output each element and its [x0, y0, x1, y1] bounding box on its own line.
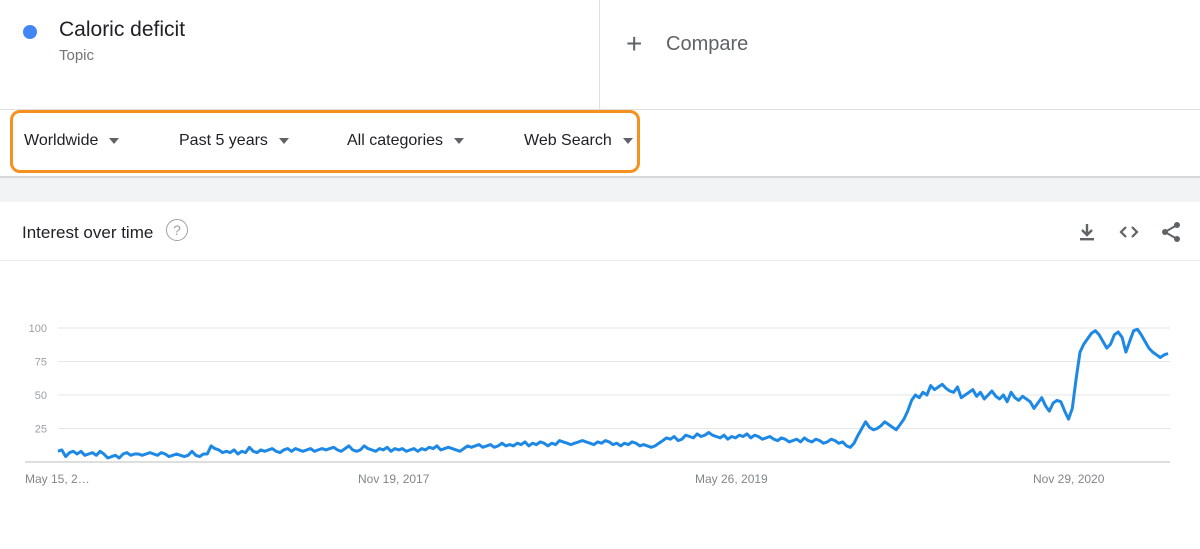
term-color-dot	[23, 25, 37, 39]
card-title: Interest over time	[22, 223, 154, 242]
filter-category[interactable]: All categories	[347, 132, 465, 150]
filter-search-type[interactable]: Web Search	[524, 132, 633, 150]
y-axis: 25 50 75 100	[29, 323, 47, 436]
interest-over-time-card: Interest over time ? 25 50 75 100 May 15, 2…	[0, 202, 1200, 549]
filter-row: Worldwide Past 5 years All categories We…	[0, 110, 1200, 176]
compare-label: Compare	[666, 32, 749, 55]
search-term-card[interactable]: Caloric deficit Topic	[0, 0, 600, 109]
compare-button[interactable]: + Compare	[626, 30, 748, 58]
section-divider	[0, 176, 1200, 202]
chart-series	[57, 327, 1169, 460]
y-tick-label: 100	[29, 323, 47, 335]
question-circle-icon[interactable]: ?	[166, 219, 188, 241]
y-tick-label: 25	[35, 424, 47, 436]
x-axis: May 15, 2… Nov 19, 2017 May 26, 2019 Nov 29…	[25, 472, 1105, 486]
filter-time-range[interactable]: Past 5 years	[179, 132, 289, 150]
embed-code-icon[interactable]	[1117, 220, 1141, 244]
term-type: Topic	[59, 47, 95, 64]
series-line-caloric-deficit[interactable]	[57, 327, 1169, 460]
card-header: Interest over time ?	[0, 202, 1200, 261]
filter-time-range-label: Past 5 years	[179, 132, 268, 149]
chevron-down-icon	[278, 138, 289, 144]
filter-location-label: Worldwide	[24, 132, 99, 149]
share-icon[interactable]	[1159, 220, 1183, 244]
filter-search-type-label: Web Search	[524, 132, 612, 149]
interest-chart: 25 50 75 100 May 15, 2… Nov 19, 2017 May 26, …	[25, 323, 1170, 486]
plus-icon: +	[626, 28, 643, 59]
filter-location[interactable]: Worldwide	[24, 132, 120, 150]
term-name[interactable]: Caloric deficit	[59, 18, 185, 42]
compare-bar: Caloric deficit Topic + Compare	[0, 0, 1200, 110]
chevron-down-icon	[622, 138, 633, 144]
chevron-down-icon	[454, 138, 465, 144]
x-tick-label: May 15, 2…	[25, 472, 90, 486]
x-tick-label: Nov 19, 2017	[358, 472, 430, 486]
x-tick-label: May 26, 2019	[695, 472, 768, 486]
y-tick-label: 50	[35, 390, 47, 402]
filter-category-label: All categories	[347, 132, 444, 149]
x-tick-label: Nov 29, 2020	[1033, 472, 1105, 486]
y-tick-label: 75	[35, 357, 47, 369]
download-icon[interactable]	[1075, 220, 1099, 244]
chevron-down-icon	[109, 138, 120, 144]
